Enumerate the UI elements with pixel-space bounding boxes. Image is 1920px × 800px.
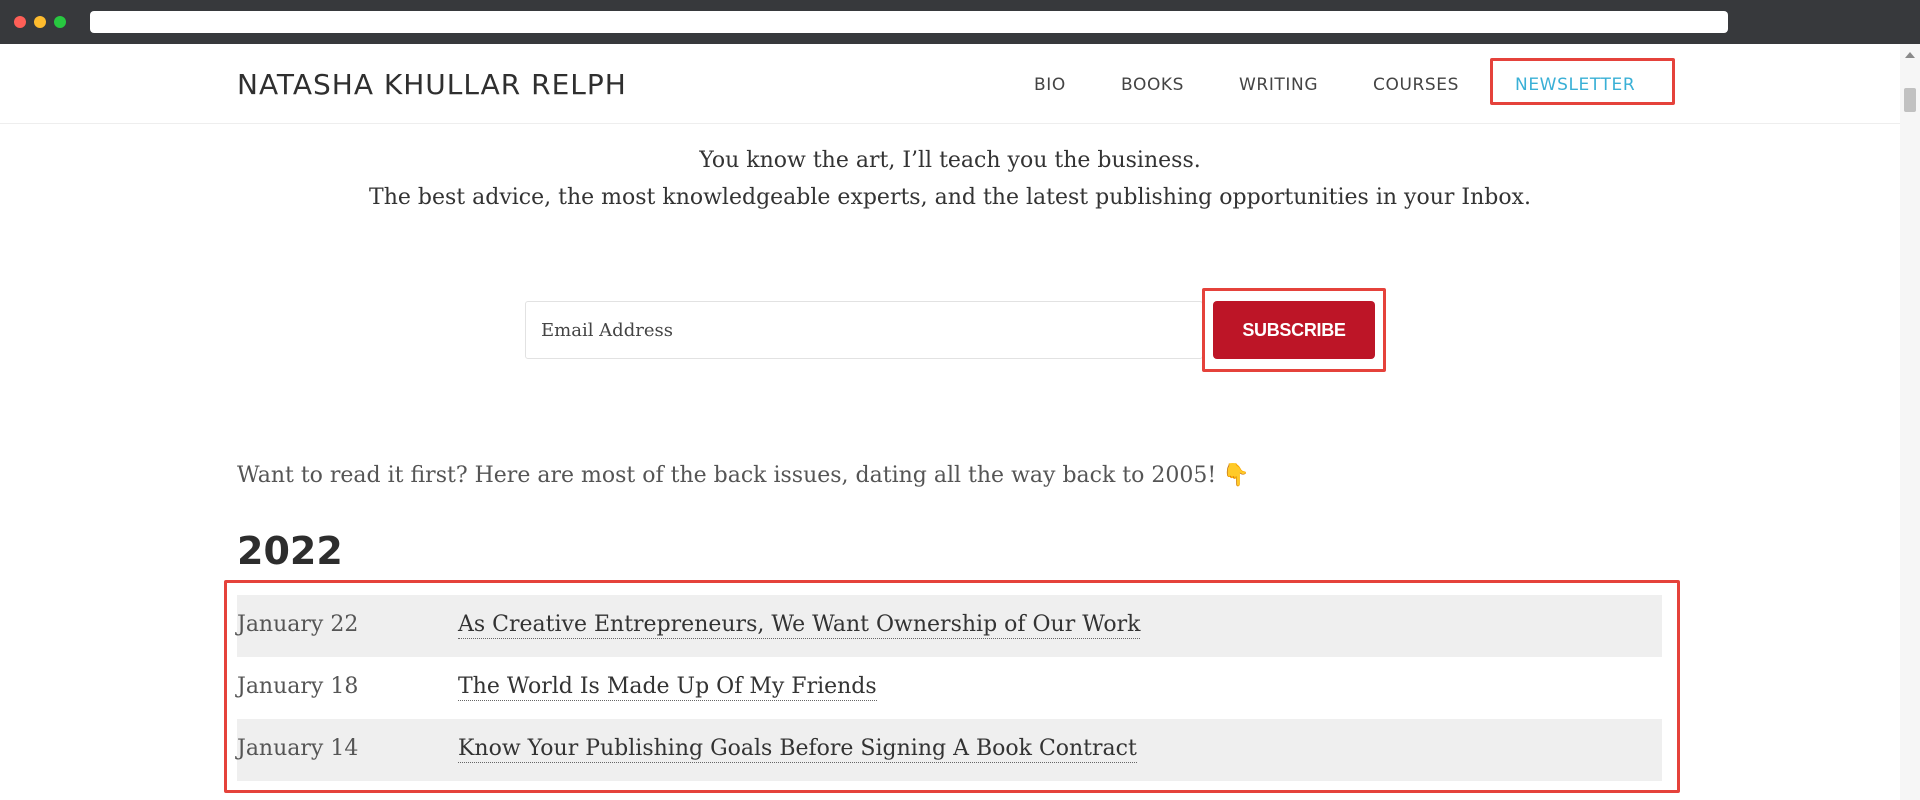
intro-description: The best advice, the most knowledgeable …: [369, 185, 1531, 210]
pointing-down-icon: 👇: [1222, 463, 1250, 488]
scrollbar-thumb[interactable]: [1904, 88, 1916, 112]
minimize-window-icon[interactable]: [34, 16, 46, 28]
email-field[interactable]: [525, 301, 1203, 359]
nav-courses[interactable]: COURSES: [1373, 75, 1459, 95]
issues-highlight-box: [224, 580, 1680, 793]
back-issues-text: Want to read it first? Here are most of …: [237, 463, 1217, 488]
nav-writing[interactable]: WRITING: [1239, 75, 1318, 95]
intro-tagline: You know the art, I’ll teach you the bus…: [699, 148, 1201, 173]
site-title[interactable]: NATASHA KHULLAR RELPH: [237, 68, 627, 101]
year-heading: 2022: [237, 529, 343, 573]
close-window-icon[interactable]: [14, 16, 26, 28]
scrollbar[interactable]: [1900, 44, 1920, 800]
address-bar[interactable]: [90, 11, 1728, 33]
browser-chrome: [0, 0, 1920, 44]
nav-books[interactable]: BOOKS: [1121, 75, 1184, 95]
newsletter-highlight-box: [1490, 58, 1675, 105]
subscribe-highlight-box: [1202, 288, 1386, 372]
maximize-window-icon[interactable]: [54, 16, 66, 28]
scroll-up-arrow-icon[interactable]: [1905, 52, 1915, 58]
back-issues-intro: Want to read it first? Here are most of …: [237, 463, 1250, 488]
nav-bio[interactable]: BIO: [1034, 75, 1066, 95]
